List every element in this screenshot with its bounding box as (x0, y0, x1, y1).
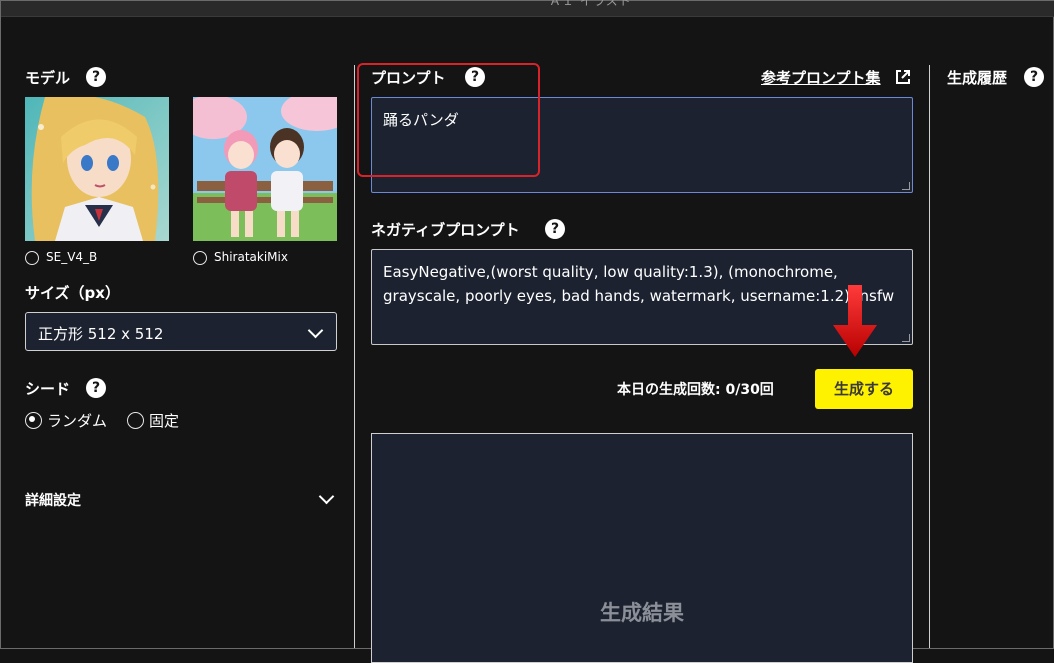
anime-girls-bench-image (193, 97, 337, 241)
advanced-settings-chevron-icon[interactable] (318, 488, 335, 505)
seed-radio-fixed[interactable] (127, 412, 144, 429)
annotation-arrow-down-icon (833, 285, 877, 357)
left-divider (354, 65, 355, 648)
model-name-shiratakimix: ShiratakiMix (214, 250, 288, 264)
top-bar: ＡＩ イラスト (1, 0, 1054, 17)
history-label: 生成履歴 (947, 69, 1008, 87)
negative-prompt-text: EasyNegative,(worst quality, low quality… (383, 263, 895, 305)
result-panel: 生成結果 (371, 433, 913, 663)
result-placeholder: 生成結果 (600, 601, 684, 625)
model-radio-se-v4-b[interactable] (25, 251, 39, 265)
model-name-se-v4-b: SE_V4_B (46, 250, 98, 264)
seed-label: シード (25, 380, 71, 398)
anime-girl-blonde-image (25, 97, 169, 241)
model-thumbnail-se-v4-b[interactable] (25, 97, 169, 241)
daily-generation-count: 本日の生成回数: 0/30回 (617, 382, 774, 398)
seed-help-icon[interactable]: ? (86, 378, 106, 398)
resize-handle-icon[interactable] (902, 334, 910, 342)
history-help-icon[interactable]: ? (1024, 67, 1044, 87)
reference-prompts-link[interactable]: 参考プロンプト集 (761, 67, 881, 88)
model-radio-shiratakimix[interactable] (193, 251, 207, 265)
generate-button[interactable]: 生成する (815, 369, 913, 409)
chevron-down-icon (307, 322, 324, 339)
resize-handle-icon[interactable] (902, 182, 910, 190)
external-link-icon[interactable] (895, 69, 911, 85)
right-divider (929, 65, 930, 648)
size-select-value: 正方形 512 x 512 (38, 325, 164, 343)
negative-prompt-help-icon[interactable]: ? (545, 219, 565, 239)
seed-radio-random[interactable] (25, 412, 42, 429)
size-label: サイズ（px） (25, 284, 120, 302)
model-label: モデル (25, 69, 71, 87)
negative-prompt-textarea[interactable]: EasyNegative,(worst quality, low quality… (371, 249, 913, 345)
top-bar-title: ＡＩ イラスト (549, 0, 632, 8)
negative-prompt-label: ネガティブプロンプト (371, 221, 520, 239)
advanced-settings-label[interactable]: 詳細設定 (25, 490, 81, 510)
seed-option-random-label: ランダム (47, 412, 108, 430)
annotation-highlight-box (357, 63, 540, 177)
size-select[interactable]: 正方形 512 x 512 (25, 312, 337, 351)
seed-option-fixed-label: 固定 (149, 412, 180, 430)
model-help-icon[interactable]: ? (86, 67, 106, 87)
model-thumbnail-shiratakimix[interactable] (193, 97, 337, 241)
